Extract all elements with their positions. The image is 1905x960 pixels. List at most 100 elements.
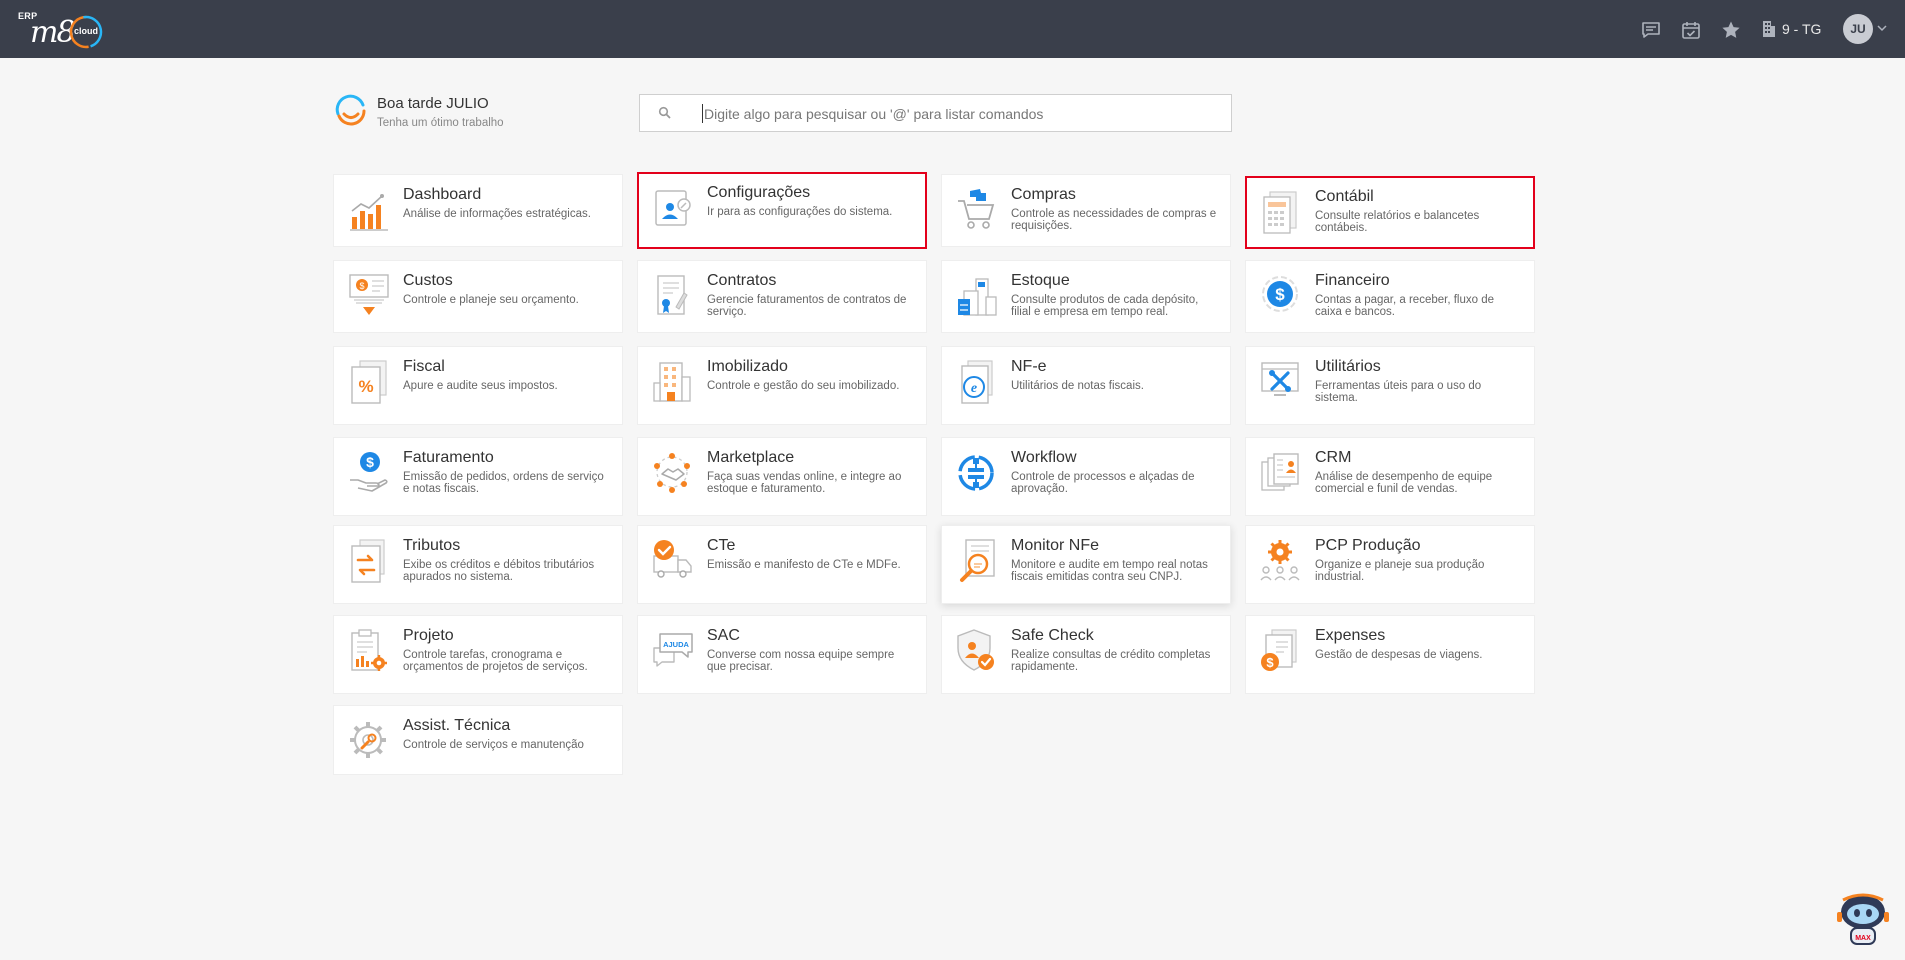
- module-description: Gestão de despesas de viagens.: [1315, 649, 1483, 661]
- module-description: Análise de informações estratégicas.: [403, 208, 591, 220]
- cost-money-icon: $: [349, 274, 389, 315]
- chevron-down-icon[interactable]: [1877, 24, 1887, 32]
- module-card-cte[interactable]: CTe Emissão e manifesto de CTe e MDFe.: [637, 525, 927, 604]
- module-card-expenses[interactable]: $ Expenses Gestão de despesas de viagens…: [1245, 615, 1535, 694]
- module-card-contabil[interactable]: Contábil Consulte relatórios e balancete…: [1245, 176, 1535, 249]
- module-card-compras[interactable]: Compras Controle as necessidades de comp…: [941, 174, 1231, 247]
- module-card-financeiro[interactable]: $ Financeiro Contas a pagar, a receber, …: [1245, 260, 1535, 333]
- module-title: Fiscal: [403, 358, 445, 375]
- module-card-configuracoes[interactable]: Configurações Ir para as configurações d…: [637, 172, 927, 249]
- module-description: Emissão de pedidos, ordens de serviço e …: [403, 471, 604, 495]
- module-title: Utilitários: [1315, 358, 1381, 375]
- module-title: Configurações: [707, 184, 811, 201]
- module-card-sac[interactable]: AJUDA SAC Converse com nossa equipe semp…: [637, 615, 927, 694]
- production-gear-icon: [1260, 540, 1300, 581]
- workflow-process-icon: [958, 455, 994, 491]
- module-card-dashboard[interactable]: Dashboard Análise de informações estraté…: [333, 174, 623, 247]
- module-description: Utilitários de notas fiscais.: [1011, 380, 1144, 392]
- text-cursor: [702, 104, 703, 123]
- accounting-report-icon: [1263, 191, 1297, 234]
- search-input[interactable]: [702, 103, 1216, 125]
- module-card-nfe[interactable]: e NF-e Utilitários de notas fiscais.: [941, 346, 1231, 425]
- module-title: Dashboard: [403, 186, 482, 203]
- module-description: Monitore e audite em tempo real notas fi…: [1011, 559, 1208, 583]
- module-title: Tributos: [403, 537, 461, 554]
- module-description: Controle de serviços e manutenção: [403, 739, 584, 751]
- module-description: Apure e audite seus impostos.: [403, 380, 558, 392]
- company-label: 9 - TG: [1782, 21, 1822, 37]
- module-title: Custos: [403, 272, 453, 289]
- module-title: Estoque: [1011, 272, 1070, 289]
- module-title: Safe Check: [1011, 627, 1094, 644]
- tools-wrench-icon: [1261, 362, 1299, 396]
- module-title: Monitor NFe: [1011, 537, 1100, 554]
- settings-profile-icon: [655, 190, 691, 226]
- svg-text:%: %: [358, 377, 373, 396]
- module-description: Controle as necessidades de compras e re…: [1011, 208, 1217, 232]
- module-card-custos[interactable]: $ Custos Controle e planeje seu orçament…: [333, 260, 623, 333]
- dollar-coin-icon: $: [1262, 276, 1298, 312]
- billing-hand-coin-icon: $: [350, 452, 388, 492]
- tax-transfer-icon: [351, 539, 385, 583]
- module-description: Organize e planeje sua produção industri…: [1315, 559, 1485, 583]
- module-title: Expenses: [1315, 627, 1386, 644]
- contract-icon: [657, 275, 688, 315]
- module-card-tributos[interactable]: Tributos Exibe os créditos e débitos tri…: [333, 525, 623, 604]
- module-title: CRM: [1315, 449, 1352, 466]
- star-icon[interactable]: [1720, 19, 1742, 41]
- module-title: Financeiro: [1315, 272, 1390, 289]
- module-card-utilitarios[interactable]: Utilitários Ferramentas úteis para o uso…: [1245, 346, 1535, 425]
- module-description: Consulte relatórios e balancetes contábe…: [1315, 210, 1480, 234]
- module-card-contratos[interactable]: Contratos Gerencie faturamentos de contr…: [637, 260, 927, 333]
- module-description: Converse com nossa equipe sempre que pre…: [707, 649, 895, 673]
- calendar-check-icon[interactable]: [1680, 19, 1702, 41]
- module-title: PCP Produção: [1315, 537, 1421, 554]
- robot-assistant-icon[interactable]: MAX: [1833, 890, 1893, 950]
- bar-chart-icon: [350, 194, 388, 231]
- building-icon: [1763, 21, 1775, 37]
- module-description: Análise de desempenho de equipe comercia…: [1315, 471, 1493, 495]
- module-card-workflow[interactable]: Workflow Controle de processos e alçadas…: [941, 437, 1231, 516]
- module-card-faturamento[interactable]: $ Faturamento Emissão de pedidos, ordens…: [333, 437, 623, 516]
- module-title: NF-e: [1011, 358, 1047, 375]
- help-chat-icon: AJUDA: [653, 633, 693, 667]
- svg-text:AJUDA: AJUDA: [663, 640, 689, 649]
- module-description: Exibe os créditos e débitos tributários …: [403, 559, 595, 583]
- logo-cloud-text: cloud: [74, 26, 98, 36]
- module-description: Emissão e manifesto de CTe e MDFe.: [707, 559, 901, 571]
- module-card-safe-check[interactable]: Safe Check Realize consultas de crédito …: [941, 615, 1231, 694]
- monitor-search-document-icon: [960, 539, 995, 582]
- svg-text:$: $: [366, 454, 374, 470]
- module-description: Contas a pagar, a receber, fluxo de caix…: [1315, 294, 1495, 318]
- module-card-imobilizado[interactable]: Imobilizado Controle e gestão do seu imo…: [637, 346, 927, 425]
- module-card-crm[interactable]: CRM Análise de desempenho de equipe come…: [1245, 437, 1535, 516]
- module-title: Imobilizado: [707, 358, 788, 375]
- module-card-fiscal[interactable]: % Fiscal Apure e audite seus impostos.: [333, 346, 623, 425]
- module-title: Assist. Técnica: [403, 717, 511, 734]
- m8-logo-icon: [335, 94, 366, 126]
- module-card-marketplace[interactable]: Marketplace Faça suas vendas online, e i…: [637, 437, 927, 516]
- module-title: CTe: [707, 537, 736, 554]
- module-card-monitor-nfe[interactable]: Monitor NFe Monitore e audite em tempo r…: [941, 525, 1231, 604]
- handshake-network-icon: [654, 453, 690, 493]
- module-card-assist-tecnica[interactable]: Assist. Técnica Controle de serviços e m…: [333, 705, 623, 775]
- warehouse-boxes-icon: [958, 278, 997, 316]
- module-card-estoque[interactable]: Estoque Consulte produtos de cada depósi…: [941, 260, 1231, 333]
- module-title: SAC: [707, 627, 740, 644]
- module-description: Ir para as configurações do sistema.: [707, 206, 893, 218]
- shopping-cart-icon: [958, 189, 995, 229]
- greeting-title: Boa tarde JULIO: [377, 95, 489, 112]
- svg-text:$: $: [1266, 655, 1274, 670]
- command-search-box[interactable]: [639, 94, 1232, 132]
- chat-icon[interactable]: [1640, 19, 1662, 41]
- module-card-pcp-producao[interactable]: PCP Produção Organize e planeje sua prod…: [1245, 525, 1535, 604]
- module-description: Ferramentas úteis para o uso do sistema.: [1315, 380, 1482, 404]
- module-title: Contratos: [707, 272, 777, 289]
- module-title: Marketplace: [707, 449, 795, 466]
- truck-check-icon: [653, 540, 692, 578]
- module-description: Realize consultas de crédito completas r…: [1011, 649, 1211, 673]
- erp-m8-cloud-logo[interactable]: ERP m8 cloud: [18, 10, 108, 50]
- module-card-projeto[interactable]: Projeto Controle tarefas, cronograma e o…: [333, 615, 623, 694]
- user-avatar[interactable]: JU: [1843, 14, 1873, 44]
- company-selector[interactable]: 9 - TG: [1762, 18, 1821, 40]
